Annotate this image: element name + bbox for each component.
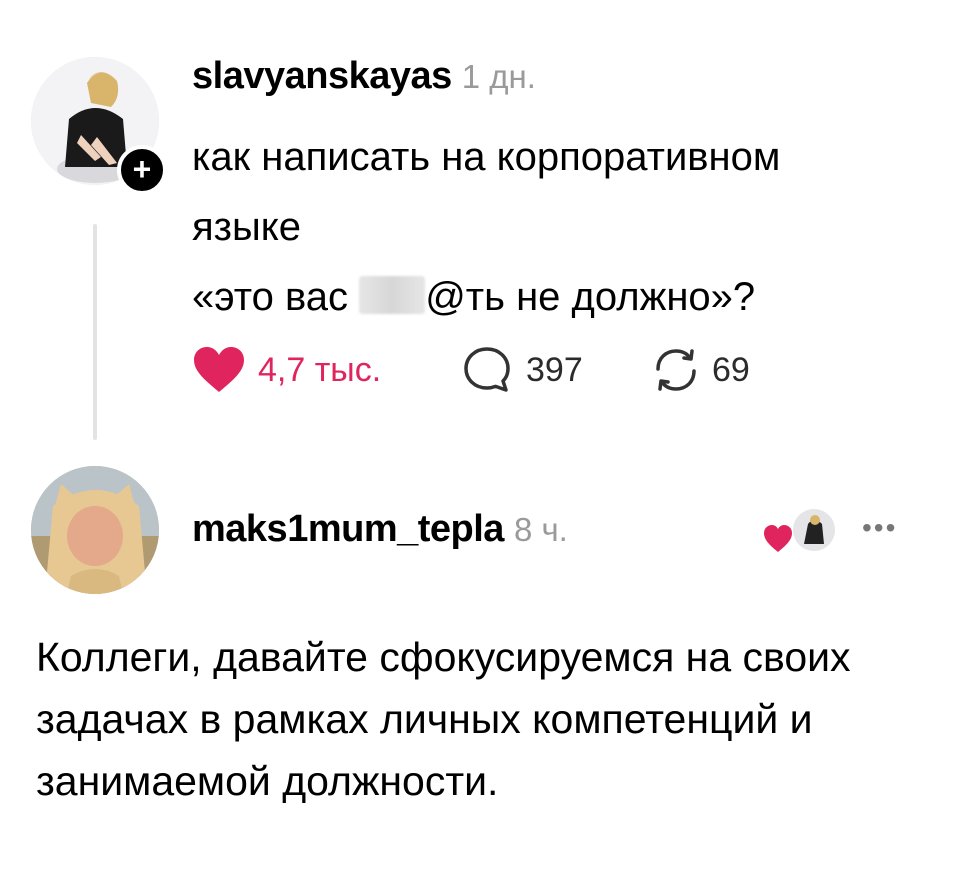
- reply-username[interactable]: maks1mum_tepla: [192, 508, 504, 551]
- post-username[interactable]: slavyanskayas: [192, 55, 452, 98]
- repost-icon: [656, 349, 696, 391]
- reply-text: Коллеги, давайте сфокусируемся на своих …: [36, 634, 851, 804]
- thread-line: [93, 224, 97, 440]
- more-options-button[interactable]: •••: [862, 512, 897, 544]
- post-text-line3-start: «это вас: [192, 275, 349, 319]
- repost-button[interactable]: 69: [650, 344, 750, 396]
- comments-count: 397: [526, 350, 583, 389]
- post-text-line3-end: @ть не должно»?: [425, 275, 756, 319]
- reply-time: 8 ч.: [513, 511, 568, 548]
- post-header: slavyanskayas 1 дн.: [192, 55, 536, 105]
- heart-icon: [194, 347, 244, 392]
- censored-word: [359, 276, 426, 314]
- follow-button[interactable]: +: [117, 145, 167, 195]
- likes-count: 4,7 тыс.: [258, 350, 382, 389]
- like-button[interactable]: 4,7 тыс.: [192, 344, 381, 396]
- post-text-line1: как написать на корпоративном: [192, 135, 781, 179]
- post-text-line2: языке: [192, 205, 301, 249]
- post-text: как написать на корпоративном языке «это…: [192, 122, 912, 332]
- comment-button[interactable]: 397: [462, 344, 583, 396]
- reply-header: maks1mum_tepla 8 ч.: [192, 508, 568, 558]
- author-liked-icon: [764, 506, 837, 556]
- avatar-photo-2: [31, 466, 159, 594]
- avatar-maks1mum-tepla[interactable]: [31, 466, 159, 594]
- post-text-line3: «это вас @ть не должно»?: [192, 262, 912, 332]
- reposts-count: 69: [712, 350, 750, 389]
- post-time: 1 дн.: [461, 58, 536, 95]
- comment-icon: [464, 347, 510, 392]
